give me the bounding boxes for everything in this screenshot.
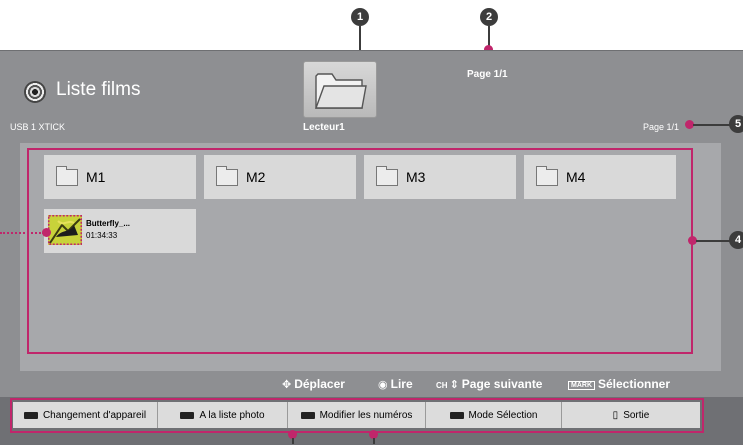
hint-next-page: CH ⇕ Page suivante	[436, 377, 542, 391]
current-folder-label: Lecteur1	[303, 122, 345, 133]
hint-select: MARK Sélectionner	[568, 377, 670, 391]
page-title: Liste films	[56, 79, 141, 100]
page-indicator-top: Page 1/1	[467, 69, 508, 80]
callout-2: 2	[480, 8, 498, 26]
hint-play: ◉ Lire	[378, 377, 413, 391]
hint-select-label: Sélectionner	[598, 377, 671, 391]
hint-play-label: Lire	[390, 377, 413, 391]
navigation-hints: ✥ Déplacer ◉ Lire CH ⇕ Page suivante MARK Sél…	[0, 369, 701, 397]
ok-icon: ◉	[378, 379, 388, 391]
callout-1: 1	[351, 8, 369, 26]
button-bar-highlight	[10, 398, 704, 433]
mark-badge: MARK	[568, 381, 595, 390]
callout-5-line	[693, 124, 730, 126]
movie-reel-icon	[24, 81, 46, 103]
callout-4: 4	[729, 231, 743, 249]
hint-move-label: Déplacer	[294, 377, 345, 391]
callout-5: 5	[729, 115, 743, 133]
callout-6-line-right	[373, 438, 375, 444]
callout-3-dot	[42, 228, 51, 237]
file-list-highlight	[27, 148, 693, 354]
callout-3-leader	[0, 232, 44, 234]
callout-6-line-left	[292, 438, 294, 444]
hint-next-page-label: Page suivante	[461, 377, 543, 391]
ch-updown-icon: ⇕	[449, 379, 459, 391]
device-name: USB 1 XTICK	[10, 122, 66, 132]
callout-4-line	[696, 240, 730, 242]
page-indicator-right: Page 1/1	[643, 122, 680, 132]
current-folder-icon[interactable]	[303, 61, 377, 118]
arrows-icon: ✥	[282, 379, 292, 391]
hint-move: ✥ Déplacer	[282, 377, 345, 391]
ch-badge: CH	[436, 381, 448, 390]
